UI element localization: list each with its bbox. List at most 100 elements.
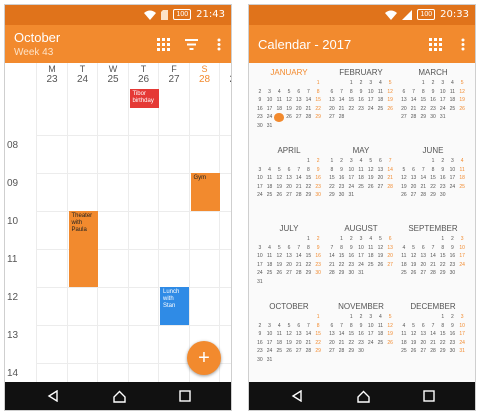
day-cell[interactable]: 20 [327,339,337,348]
day-cell[interactable]: 21 [385,174,395,183]
day-cell[interactable]: 6 [284,244,294,253]
day-cell[interactable]: 22 [428,183,438,192]
day-cell[interactable]: 1 [313,313,323,322]
day-cell[interactable]: 4 [399,322,409,331]
day-cell[interactable]: 15 [428,174,438,183]
day-cell[interactable]: 30 [337,191,347,200]
day-cell[interactable]: 12 [274,252,284,261]
day-cell[interactable]: 10 [366,322,376,331]
day-cell[interactable]: 4 [376,313,386,322]
day-cell[interactable]: 19 [385,330,395,339]
day-cell[interactable]: 2 [438,157,448,166]
day-cell[interactable]: 18 [399,339,409,348]
day-cell[interactable]: 30 [313,269,323,278]
day-cell[interactable]: 15 [438,252,448,261]
day-cell[interactable]: 27 [284,191,294,200]
month-block[interactable]: APRIL 1 2 3 4 5 6 7 8 9 10 11 12 13 14 15 16 17 18 19 20 21 2… [255,145,323,200]
day-cell[interactable]: 22 [304,183,314,192]
day-cell[interactable]: 8 [438,322,448,331]
month-block[interactable]: JUNE 1 2 3 4 5 6 7 8 9 10 11 12 13 14 15 16 17 18 19 20 21 22… [399,145,467,200]
day-cell[interactable]: 27 [327,347,337,356]
day-cell[interactable]: 26 [366,183,376,192]
day-cell[interactable]: 30 [313,191,323,200]
day-cell[interactable]: 29 [438,347,448,356]
day-cell[interactable]: 5 [385,313,395,322]
day-cell[interactable]: 7 [409,88,419,97]
day-cell[interactable]: 21 [304,105,314,114]
day-cell[interactable]: 4 [274,322,284,331]
day-cell[interactable]: 1 [438,235,448,244]
day-cell[interactable]: 3 [366,313,376,322]
day-cell[interactable]: 4 [366,235,376,244]
day-cell[interactable]: 10 [265,96,275,105]
day-cell[interactable]: 16 [337,174,347,183]
day-cell[interactable]: 30 [255,122,265,131]
day-cell[interactable]: 6 [376,157,386,166]
day-cell[interactable]: 25 [448,105,458,114]
day-cell[interactable]: 18 [366,252,376,261]
day-cell[interactable]: 8 [313,322,323,331]
day-cell[interactable]: 18 [265,183,275,192]
day-cell[interactable]: 19 [366,174,376,183]
day-cell[interactable]: 27 [409,191,419,200]
day-cell[interactable]: 5 [399,166,409,175]
day-cell[interactable]: 17 [255,261,265,270]
day-cell[interactable]: 2 [356,79,366,88]
day-cell[interactable]: 1 [418,79,428,88]
day-cell[interactable]: 20 [418,261,428,270]
day-cell[interactable]: 2 [448,313,458,322]
day-cell[interactable]: 15 [418,96,428,105]
month-block[interactable]: OCTOBER 1 2 3 4 5 6 7 8 9 10 11 12 13 14 15 16 17 18 19 20 2… [255,301,323,364]
day-cell[interactable]: 14 [337,96,347,105]
calendar-event[interactable]: Theater with Paula [68,211,98,287]
day-cell[interactable]: 14 [409,96,419,105]
day-cell[interactable]: 20 [284,261,294,270]
day-cell[interactable]: 17 [457,330,467,339]
day-cell[interactable]: 10 [438,88,448,97]
day-cell[interactable]: 18 [274,339,284,348]
day-cell[interactable]: 26 [376,261,386,270]
day-cell[interactable]: 3 [346,157,356,166]
day-cell[interactable]: 19 [385,96,395,105]
day-cell[interactable]: 28 [294,191,304,200]
day-cell[interactable]: 26 [457,105,467,114]
day-cell[interactable]: 15 [337,252,347,261]
day-cell[interactable]: 30 [255,356,265,365]
day-cell[interactable]: 22 [438,261,448,270]
day-cell[interactable]: 2 [448,235,458,244]
day-cell[interactable]: 9 [313,244,323,253]
day-cell[interactable]: 17 [438,96,448,105]
day-cell[interactable]: 13 [418,330,428,339]
day-cell[interactable]: 17 [356,252,366,261]
day-cell[interactable]: 8 [337,244,347,253]
day-cell[interactable]: 2 [313,235,323,244]
day-cell[interactable]: 23 [356,339,366,348]
day-cell[interactable]: 19 [284,105,294,114]
day-cell[interactable]: 27 [327,113,337,122]
day-cell[interactable]: 22 [418,105,428,114]
day-cell[interactable]: 14 [418,174,428,183]
day-cell[interactable]: 16 [255,339,265,348]
day-cell[interactable]: 9 [313,166,323,175]
day-cell[interactable]: 11 [448,88,458,97]
day-cell[interactable]: 8 [346,88,356,97]
day-cell[interactable]: 19 [376,252,386,261]
day-cell[interactable]: 31 [457,347,467,356]
day-cell[interactable]: 4 [399,244,409,253]
day-cell[interactable]: 18 [376,96,386,105]
day-cell[interactable]: 21 [428,339,438,348]
day-cell[interactable]: 27 [399,113,409,122]
day-cell[interactable]: 12 [376,244,386,253]
day-cell[interactable]: 1 [313,79,323,88]
day-cell[interactable]: 24 [457,339,467,348]
day-cell[interactable]: 5 [274,244,284,253]
day-cell[interactable]: 17 [346,174,356,183]
recents-icon[interactable] [421,388,437,404]
day-cell[interactable]: 7 [428,244,438,253]
day-cell[interactable]: 12 [399,174,409,183]
day-cell[interactable]: 21 [428,261,438,270]
day-cell[interactable]: 12 [274,174,284,183]
month-block[interactable]: JULY 1 2 3 4 5 6 7 8 9 10 11 12 13 14 15 16 17 18 19 20 21 22… [255,223,323,286]
day-cell[interactable]: 15 [346,96,356,105]
day-cell[interactable]: 13 [409,174,419,183]
